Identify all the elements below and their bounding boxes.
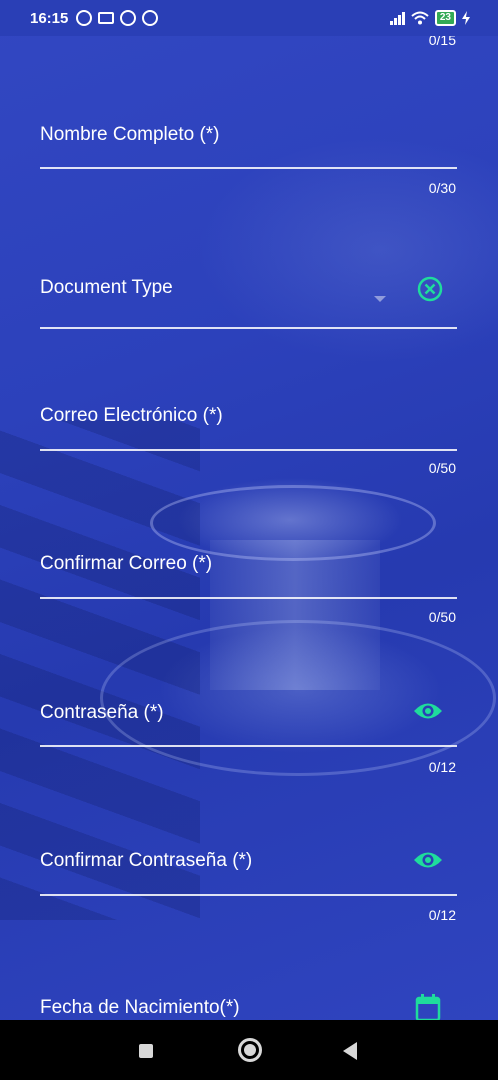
birth-date-label: Fecha de Nacimiento(*) (40, 997, 240, 1018)
calendar-icon[interactable] (415, 994, 441, 1020)
eye-icon[interactable] (413, 700, 443, 722)
battery-icon: 23 (434, 10, 456, 26)
signal-icon (389, 11, 405, 25)
home-button[interactable] (238, 1038, 262, 1062)
email-field[interactable]: Correo Electrónico (*) (40, 390, 457, 452)
password-counter: 0/12 (428, 759, 456, 775)
document-type-label: Document Type (40, 277, 173, 298)
confirm-email-underline (40, 597, 457, 599)
email-underline (40, 449, 457, 451)
alarm-icon (76, 10, 93, 26)
full-name-underline (40, 167, 457, 169)
confirm-password-label: Confirmar Contraseña (*) (40, 850, 253, 871)
confirm-email-counter: 0/50 (428, 609, 456, 625)
cast-icon (98, 12, 115, 24)
confirm-email-field[interactable]: Confirmar Correo (*) (40, 538, 457, 600)
close-circle-icon[interactable] (417, 276, 443, 302)
full-name-counter: 0/30 (428, 180, 456, 196)
full-name-field[interactable]: Nombre Completo (*) (40, 110, 457, 170)
confirm-email-label: Confirmar Correo (*) (40, 553, 213, 574)
recent-apps-button[interactable] (139, 1044, 153, 1058)
status-time: 16:15 (30, 9, 69, 27)
eye-icon[interactable] (413, 849, 443, 871)
password-label: Contraseña (*) (40, 702, 164, 723)
sync-alt-icon (142, 10, 159, 26)
document-type-underline (40, 327, 457, 329)
confirm-password-field[interactable]: Confirmar Contraseña (*) (40, 835, 457, 897)
password-field[interactable]: Contraseña (*) (40, 686, 457, 748)
sync-icon (120, 10, 137, 26)
status-bar: 16:15 23 (0, 0, 498, 36)
charging-icon (462, 11, 470, 25)
chevron-down-icon (374, 296, 386, 302)
full-name-label: Nombre Completo (*) (40, 124, 220, 145)
status-right: 23 (389, 10, 470, 26)
email-counter: 0/50 (428, 460, 456, 476)
wifi-icon (411, 11, 429, 25)
email-label: Correo Electrónico (*) (40, 405, 223, 426)
birth-date-field[interactable]: Fecha de Nacimiento(*) (40, 985, 457, 1020)
confirm-password-underline (40, 894, 457, 896)
document-type-select[interactable]: Document Type (40, 265, 457, 330)
back-button[interactable] (343, 1042, 357, 1060)
notification-icons (76, 10, 159, 26)
password-underline (40, 745, 457, 747)
confirm-password-counter: 0/12 (428, 907, 456, 923)
